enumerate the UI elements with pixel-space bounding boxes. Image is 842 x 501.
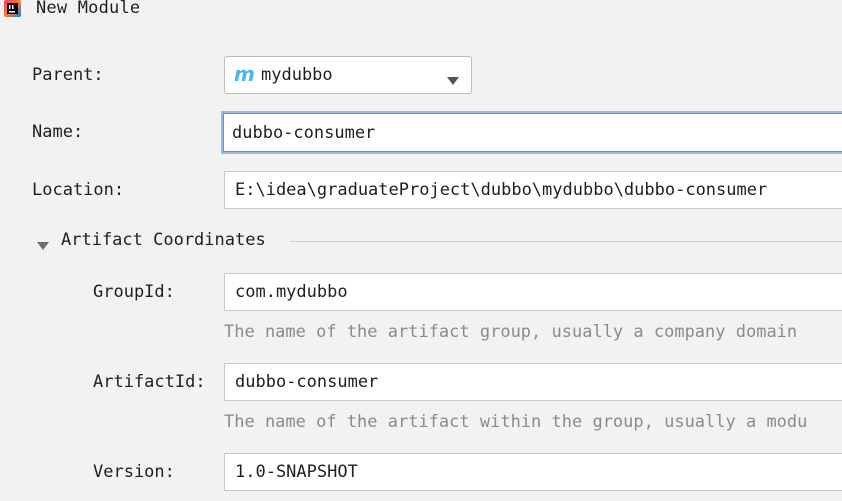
title-bar: New Module [0,0,842,20]
triangle-down-icon[interactable] [36,236,50,250]
maven-m-icon: m [233,63,257,87]
parent-label: Parent: [32,65,104,85]
location-label: Location: [32,180,125,200]
groupid-label: GroupId: [93,282,175,302]
name-input[interactable]: dubbo-consumer [221,111,842,154]
groupid-hint: The name of the artifact group, usually … [224,322,798,342]
parent-select[interactable]: m mydubbo [224,56,472,94]
location-input[interactable]: E:\idea\graduateProject\dubbo\mydubbo\du… [224,171,842,209]
new-module-dialog: New Module Parent: m mydubbo Name: dubbo… [0,0,842,501]
artifact-coordinates-header[interactable]: Artifact Coordinates [61,230,266,250]
version-label: Version: [93,462,175,482]
version-input[interactable]: 1.0-SNAPSHOT [224,453,842,491]
artifactid-input[interactable]: dubbo-consumer [224,363,842,401]
name-label: Name: [32,122,84,142]
window-title: New Module [36,0,141,18]
chevron-down-icon[interactable] [446,71,460,85]
groupid-input[interactable]: com.mydubbo [224,273,842,311]
parent-select-value: mydubbo [261,65,333,85]
artifactid-label: ArtifactId: [93,372,206,392]
section-divider [290,241,842,242]
artifactid-hint: The name of the artifact within the grou… [224,412,808,432]
svg-text:m: m [234,65,255,85]
intellij-idea-icon [3,0,23,18]
